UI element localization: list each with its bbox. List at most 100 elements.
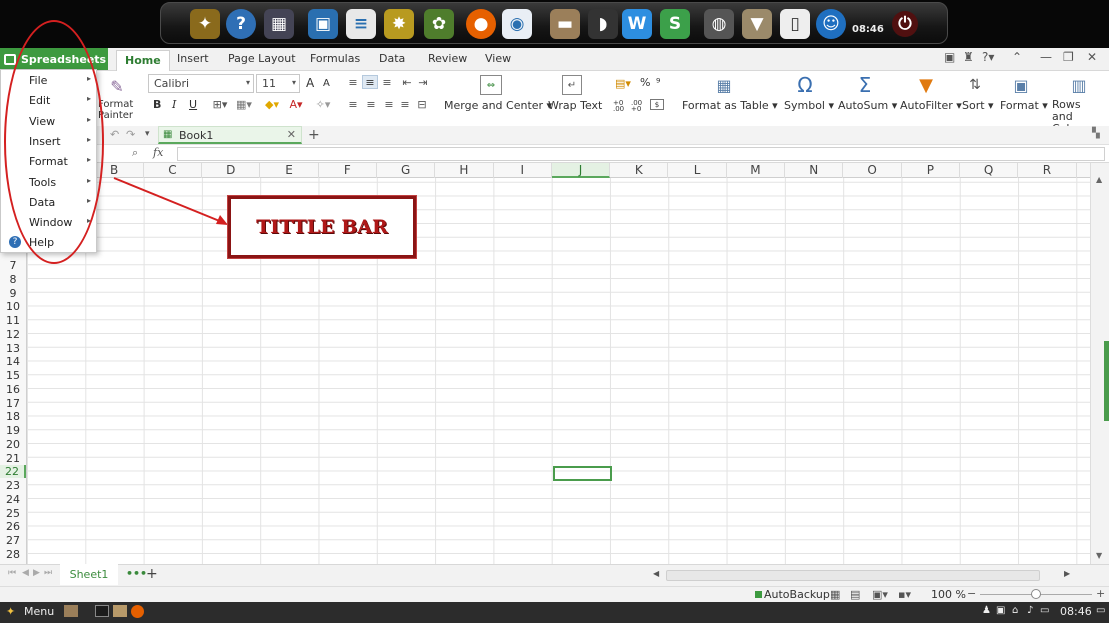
column-header[interactable]: L (669, 163, 727, 178)
writer-icon[interactable]: W (622, 9, 652, 39)
power-icon[interactable]: ⏻ (892, 11, 918, 37)
format-painter-icon[interactable]: ✎ (106, 75, 128, 97)
column-header[interactable]: E (260, 163, 319, 178)
chat-icon[interactable]: ◉ (502, 9, 532, 39)
column-header[interactable]: N (785, 163, 844, 178)
battery-icon[interactable]: ▭ (1040, 605, 1049, 616)
shrink-font-button[interactable]: A (323, 78, 330, 89)
close-tab-icon[interactable]: ✕ (287, 128, 296, 141)
symbol-button[interactable]: Symbol ▾ (784, 99, 834, 112)
scroll-up-icon[interactable]: ▲ (1096, 175, 1102, 184)
horizontal-scrollbar[interactable] (666, 570, 1040, 581)
dock-app-icon[interactable]: ▯ (780, 9, 810, 39)
cell-style-icon[interactable]: ▦▾ (233, 97, 255, 111)
comma-style-button[interactable]: ⁹ (656, 76, 660, 89)
zoom-icon[interactable]: ⌕ (132, 146, 138, 160)
column-header[interactable]: Q (960, 163, 1019, 178)
align-middle-icon[interactable]: ≡ (362, 75, 378, 89)
sheet-nav-prev-icon[interactable]: ◀ (22, 568, 29, 578)
restore-icon[interactable]: ❐ (1063, 50, 1074, 64)
files-icon[interactable] (113, 605, 127, 617)
rows-columns-icon[interactable]: ▥ (1068, 74, 1090, 96)
format-as-table-button[interactable]: Format as Table ▾ (682, 99, 778, 112)
clipboard-icon[interactable]: ▣ (996, 605, 1005, 616)
formula-input[interactable] (177, 147, 1105, 161)
row-header[interactable]: 9 (0, 287, 26, 300)
autofilter-button[interactable]: AutoFilter ▾ (900, 99, 962, 112)
quick-access-dropdown-icon[interactable]: ▾ (145, 129, 150, 139)
align-center-icon[interactable]: ≡ (364, 98, 378, 111)
help-icon[interactable]: ? (226, 9, 256, 39)
grow-font-button[interactable]: A (306, 76, 314, 90)
help-menu-icon[interactable]: ?▾ (982, 50, 994, 64)
sort-button[interactable]: Sort ▾ (962, 99, 994, 112)
terminal-icon[interactable] (95, 605, 109, 617)
network-icon[interactable]: ⌂ (1012, 605, 1018, 616)
document-icon[interactable]: ≡ (346, 9, 376, 39)
row-header[interactable]: 24 (0, 493, 26, 506)
start-menu-icon[interactable]: ✦ (6, 605, 15, 618)
column-header[interactable]: J (551, 163, 611, 178)
row-header[interactable]: 26 (0, 520, 26, 533)
dock-app-icon[interactable]: ✸ (384, 9, 414, 39)
skin-icon[interactable]: ▣ (944, 50, 955, 64)
row-header[interactable]: 11 (0, 314, 26, 327)
row-header[interactable]: 20 (0, 438, 26, 451)
tab-page-layout[interactable]: Page Layout (228, 52, 296, 65)
row-header[interactable]: 19 (0, 424, 26, 437)
format-icon[interactable]: ▣ (1010, 74, 1032, 96)
row-header[interactable]: 13 (0, 342, 26, 355)
folder-icon[interactable]: ▬ (550, 9, 580, 39)
align-top-icon[interactable]: ≡ (346, 76, 360, 89)
row-header[interactable]: 7 (0, 259, 26, 272)
column-header[interactable]: G (377, 163, 436, 178)
sheet-nav-last-icon[interactable]: ⏭ (44, 568, 52, 578)
autosum-icon[interactable]: Σ (853, 73, 877, 97)
fx-label[interactable]: fx (153, 146, 163, 159)
side-panel-handle[interactable] (1104, 341, 1109, 421)
wrap-text-button[interactable]: Wrap Text (548, 99, 602, 112)
font-size-select[interactable]: 11 (256, 74, 300, 93)
column-header[interactable]: O (843, 163, 902, 178)
merge-center-button[interactable]: Merge and Center ▾ (444, 99, 552, 112)
image-viewer-icon[interactable]: ▣ (308, 9, 338, 39)
taskbar-folder-icon[interactable] (64, 605, 78, 617)
minimize-icon[interactable]: — (1040, 50, 1052, 64)
row-header[interactable]: 25 (0, 507, 26, 520)
scroll-down-icon[interactable]: ▼ (1096, 551, 1102, 560)
zoom-slider-thumb[interactable] (1031, 589, 1041, 599)
taskbar-firefox-icon[interactable] (131, 605, 144, 618)
document-tab-book1[interactable]: ▦ Book1 ✕ (158, 126, 302, 144)
zoom-in-icon[interactable]: + (1096, 587, 1105, 600)
distributed-icon[interactable]: ⊟ (414, 98, 430, 111)
align-left-icon[interactable]: ≡ (346, 98, 360, 111)
column-header[interactable]: P (902, 163, 960, 178)
tab-data[interactable]: Data (379, 52, 405, 65)
decrease-indent-icon[interactable]: ⇤ (400, 76, 414, 89)
row-header[interactable]: 18 (0, 410, 26, 423)
tab-insert[interactable]: Insert (177, 52, 209, 65)
zoom-out-icon[interactable]: − (967, 587, 976, 600)
undo-icon[interactable]: ↶ (110, 128, 119, 141)
column-header[interactable]: H (435, 163, 494, 178)
align-right-icon[interactable]: ≡ (382, 98, 396, 111)
dock-app-icon[interactable]: ◍ (704, 9, 734, 39)
merge-center-icon[interactable]: ⇔ (480, 75, 502, 95)
row-header[interactable]: 22 (0, 465, 26, 479)
italic-button[interactable]: I (172, 98, 176, 111)
symbol-icon[interactable]: Ω (793, 73, 817, 97)
firefox-icon[interactable]: ● (466, 9, 496, 39)
decrease-decimal-button[interactable]: .00 +0 (631, 100, 645, 113)
normal-view-icon[interactable]: ▦ (830, 588, 840, 601)
tab-options-icon[interactable]: ▚ (1092, 128, 1100, 139)
row-header[interactable]: 15 (0, 369, 26, 382)
format-as-table-icon[interactable]: ▦ (712, 75, 736, 95)
dock-app-icon[interactable]: ▦ (264, 9, 294, 39)
justify-icon[interactable]: ≡ (398, 98, 412, 111)
number-format-icon[interactable]: ▤▾ (612, 76, 634, 90)
column-header[interactable]: K (610, 163, 669, 178)
eye-protection-icon[interactable]: ▪▾ (898, 588, 911, 601)
clear-format-icon[interactable]: ✧▾ (312, 97, 334, 111)
tab-view[interactable]: View (485, 52, 511, 65)
increase-indent-icon[interactable]: ⇥ (416, 76, 430, 89)
